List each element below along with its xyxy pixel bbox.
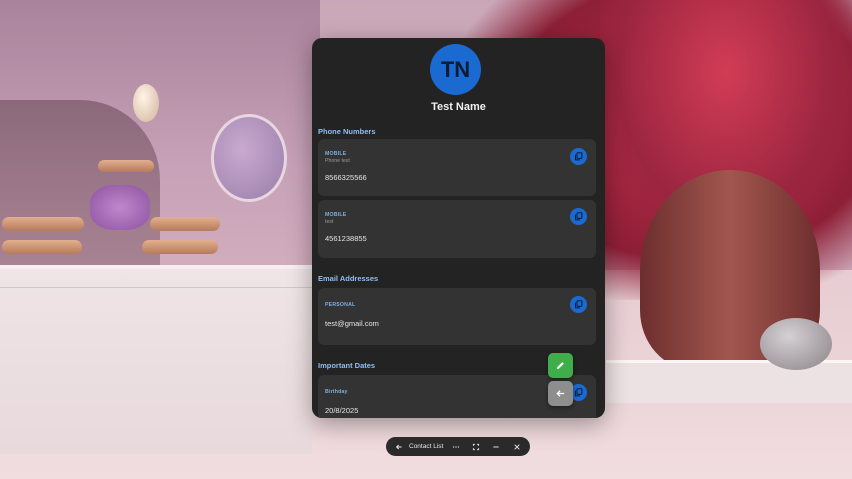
phone-number: 8566325566: [325, 173, 367, 182]
copy-phone-button[interactable]: [570, 148, 587, 165]
taskbar-back-button[interactable]: [393, 437, 405, 456]
background-cushion: [98, 160, 154, 172]
phone-type: MOBILE: [325, 212, 347, 218]
fullscreen-icon: [472, 443, 480, 450]
background-counter: [0, 265, 312, 454]
email-address: test@gmail.com: [325, 319, 379, 328]
background-ornament: [133, 84, 159, 122]
background-cushion: [2, 240, 82, 254]
section-title-dates: Important Dates: [318, 361, 376, 370]
background-cushion: [142, 240, 218, 254]
copy-icon: [574, 212, 583, 221]
close-button[interactable]: [511, 437, 523, 456]
back-button[interactable]: [548, 381, 573, 406]
edit-contact-button[interactable]: [548, 353, 573, 378]
background-rock: [760, 318, 832, 370]
background-crystal: [90, 185, 150, 230]
minimize-button[interactable]: [490, 437, 502, 456]
phone-type: MOBILE: [325, 151, 347, 157]
more-options-button[interactable]: [450, 437, 462, 456]
avatar: TN: [430, 44, 481, 95]
phone-label: Phone test: [325, 158, 350, 164]
copy-icon: [574, 300, 583, 309]
copy-icon: [574, 388, 583, 397]
phone-card: MOBILE Phone test 8566325566: [318, 139, 596, 196]
pencil-icon: [556, 362, 564, 370]
background-cushion: [2, 217, 84, 231]
more-horizontal-icon: [453, 445, 459, 448]
copy-phone-button[interactable]: [570, 208, 587, 225]
phone-label: test: [325, 219, 334, 225]
contact-detail-window: TN Test Name Phone Numbers MOBILE Phone …: [312, 38, 605, 418]
phone-card: MOBILE test 4561238855: [318, 200, 596, 258]
date-value: 20/8/2025: [325, 406, 359, 415]
arrow-left-icon: [556, 390, 565, 397]
minimize-icon: [493, 446, 499, 447]
email-card: PERSONAL test@gmail.com: [318, 288, 596, 345]
close-icon: [514, 443, 520, 450]
background-cushion: [150, 217, 220, 231]
taskbar-title[interactable]: Contact List: [409, 437, 443, 456]
date-label: Birthday: [325, 389, 348, 395]
background-mirror: [211, 114, 287, 202]
copy-email-button[interactable]: [570, 296, 587, 313]
section-title-phones: Phone Numbers: [318, 127, 376, 136]
fullscreen-button[interactable]: [470, 437, 482, 456]
arrow-left-icon: [395, 444, 402, 449]
contact-name: Test Name: [431, 101, 486, 113]
background-ledge: [606, 360, 852, 403]
phone-number: 4561238855: [325, 234, 367, 243]
section-title-emails: Email Addresses: [318, 274, 379, 283]
email-type: PERSONAL: [325, 302, 356, 308]
copy-icon: [574, 152, 583, 161]
window-taskbar: Contact List: [386, 437, 530, 456]
contact-detail-content[interactable]: TN Test Name Phone Numbers MOBILE Phone …: [312, 38, 605, 418]
